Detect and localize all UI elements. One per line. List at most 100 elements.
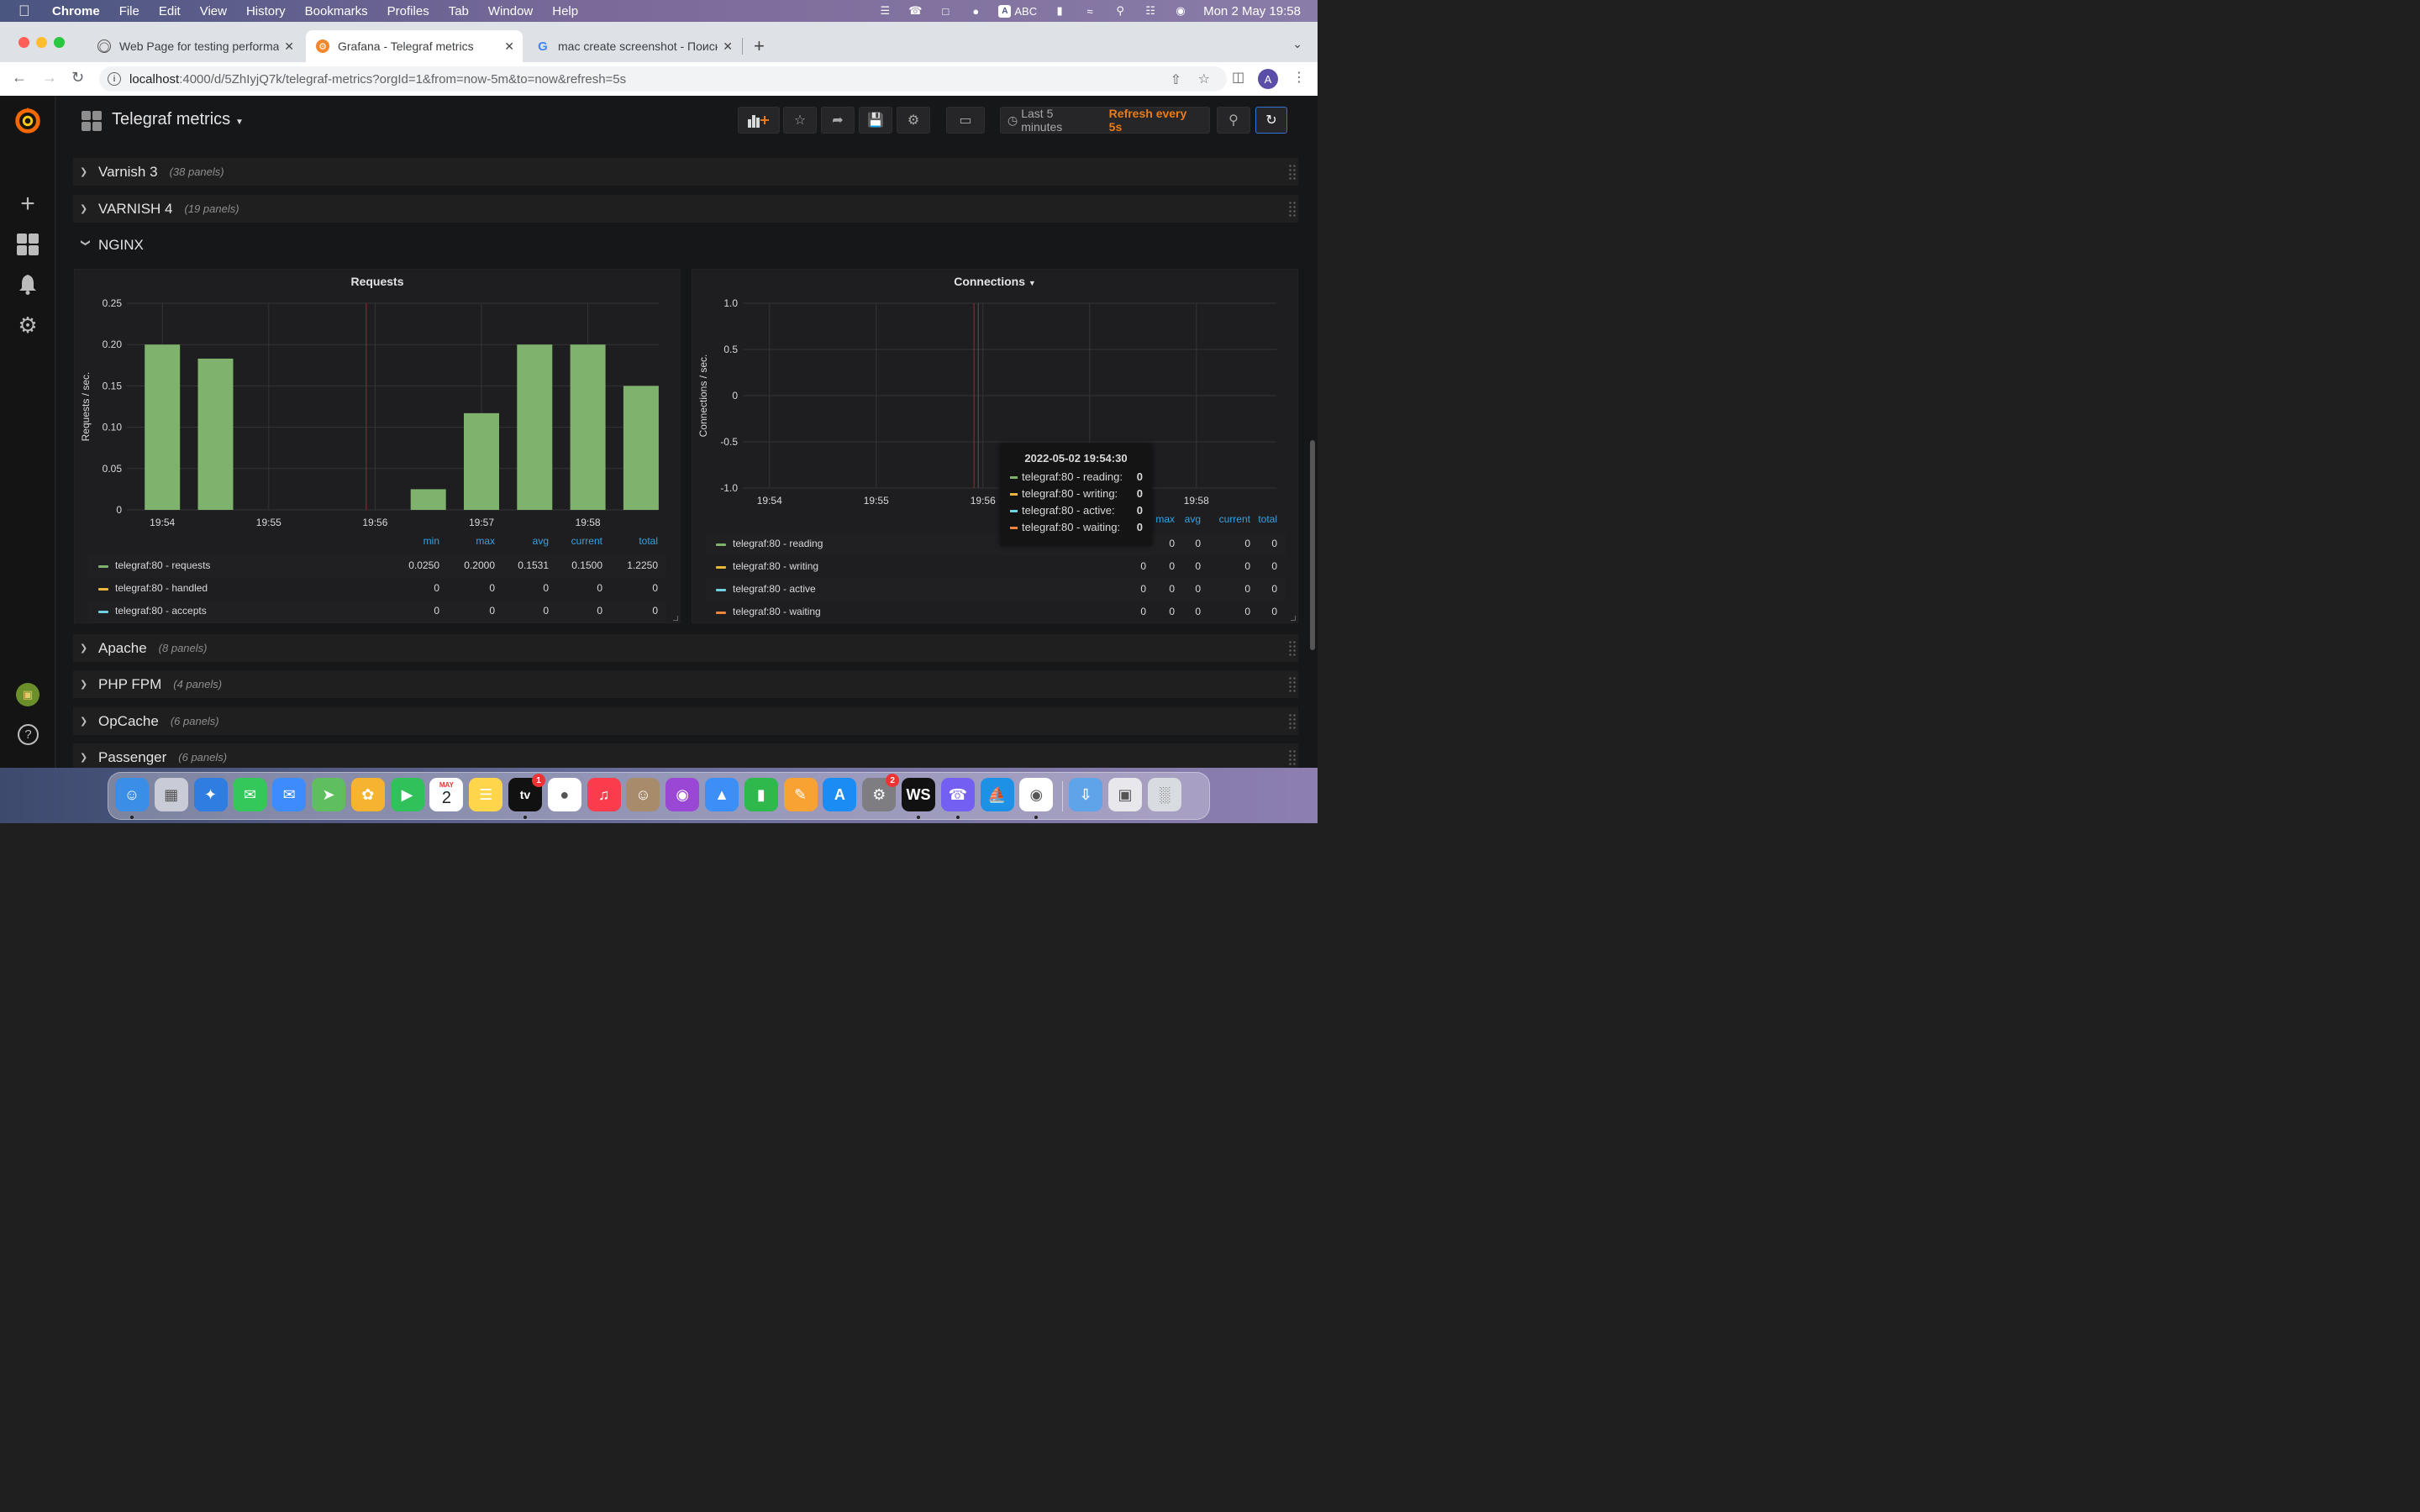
row-drag-handle-icon[interactable] [1288, 201, 1297, 218]
dock-safari-icon[interactable]: ✦ [193, 778, 228, 811]
row-nginx[interactable]: ❯ NGINX [73, 231, 1298, 259]
row-drag-handle-icon[interactable] [1288, 164, 1297, 181]
dock-app-store-icon[interactable]: A [823, 778, 857, 811]
series-color-swatch[interactable] [98, 565, 108, 568]
chrome-menu-icon[interactable]: ⋮ [1292, 69, 1306, 86]
panel-resize-handle[interactable] [1291, 616, 1296, 621]
legend-series-name[interactable]: telegraf:80 - waiting [733, 606, 821, 617]
legend-header-total[interactable]: total [1258, 513, 1277, 530]
legend-row[interactable]: telegraf:80 - active 0 0 0 0 0 [706, 579, 1286, 601]
tab-search-chevron-icon[interactable]: ⌄ [1292, 37, 1302, 51]
dock-calendar-icon[interactable]: MAY 2 [429, 778, 464, 811]
dashboards-icon[interactable] [15, 232, 40, 257]
dock-screenshot-icon[interactable]: ▣ [1108, 778, 1142, 811]
time-picker-button[interactable]: ◷ Last 5 minutes Refresh every 5s [1000, 107, 1210, 134]
row-opcache[interactable]: ❯ OpCache (6 panels) [73, 707, 1298, 735]
row-drag-handle-icon[interactable] [1288, 676, 1297, 693]
dock-numbers-icon[interactable]: ▮ [744, 778, 778, 811]
dock-docker-icon[interactable]: ⛵ [980, 778, 1014, 811]
save-dashboard-button[interactable]: 💾 [859, 107, 892, 134]
back-arrow-icon[interactable]: ← [12, 69, 27, 87]
legend-header-current[interactable]: current [571, 535, 602, 552]
box-status-icon[interactable]: □ [938, 4, 953, 18]
menu-view[interactable]: View [200, 4, 227, 18]
row-passenger[interactable]: ❯ Passenger (6 panels) [73, 743, 1298, 768]
dock-photos-icon[interactable]: ✿ [350, 778, 385, 811]
series-color-swatch[interactable] [716, 589, 726, 591]
share-icon[interactable]: ⇧ [1171, 71, 1181, 88]
row-drag-handle-icon[interactable] [1288, 713, 1297, 730]
star-dashboard-button[interactable]: ☆ [783, 107, 817, 134]
tab-close-icon[interactable]: ✕ [723, 39, 733, 54]
dock-tv-icon[interactable]: tv 1 [508, 774, 545, 811]
menu-tab[interactable]: Tab [449, 4, 469, 18]
dock-maps-icon[interactable]: ➤ [312, 778, 345, 811]
row-php-fpm[interactable]: ❯ PHP FPM (4 panels) [73, 670, 1298, 698]
sidebar-toggle-icon[interactable]: ◫ [1232, 69, 1244, 86]
dock-system-preferences-icon[interactable]: ⚙ 2 [862, 774, 900, 811]
grafana-logo-icon[interactable] [12, 104, 44, 136]
minimize-window-button[interactable] [36, 37, 47, 48]
tab-close-icon[interactable]: ✕ [284, 39, 294, 54]
menu-history[interactable]: History [246, 4, 286, 18]
site-info-icon[interactable]: i [108, 72, 121, 86]
legend-row[interactable]: telegraf:80 - reading 0 0 0 0 [706, 533, 1286, 555]
menu-help[interactable]: Help [552, 4, 578, 18]
legend-header-min[interactable]: min [424, 535, 439, 552]
legend-series-name[interactable]: telegraf:80 - handled [115, 582, 208, 594]
dock-trash-icon[interactable]: ░ [1147, 778, 1181, 811]
row-drag-handle-icon[interactable] [1288, 640, 1297, 657]
series-color-swatch[interactable] [98, 611, 108, 613]
row-varnish-3[interactable]: ❯ Varnish 3 (38 panels) [73, 158, 1298, 186]
close-window-button[interactable] [18, 37, 29, 48]
legend-series-name[interactable]: telegraf:80 - writing [733, 560, 818, 572]
dock-podcasts-icon[interactable]: ◉ [666, 778, 700, 811]
legend-header-avg[interactable]: avg [533, 535, 549, 552]
tab-web-page[interactable]: ◯ Web Page for testing performan ✕ [87, 30, 302, 62]
row-drag-handle-icon[interactable] [1288, 749, 1297, 766]
profile-avatar[interactable]: A [1258, 69, 1278, 89]
viber-status-icon[interactable]: ☎ [908, 4, 923, 18]
series-color-swatch[interactable] [98, 588, 108, 591]
user-avatar[interactable]: ▣ [16, 683, 39, 706]
address-bar[interactable]: i localhost:4000/d/5ZhIyjQ7k/telegraf-me… [99, 66, 1227, 92]
docker-status-icon[interactable]: ☰ [877, 4, 892, 18]
legend-row[interactable]: telegraf:80 - waiting 0 0 0 0 0 [706, 601, 1286, 623]
tab-close-icon[interactable]: ✕ [504, 39, 514, 54]
share-dashboard-button[interactable]: ➦ [821, 107, 855, 134]
connections-chart[interactable]: -1.0-0.500.51.019:5419:5519:5619:5719:58… [692, 270, 1299, 513]
legend-header-avg[interactable]: avg [1185, 513, 1201, 530]
add-panel-button[interactable] [738, 107, 780, 134]
dock-music-icon[interactable]: ♫ [587, 778, 621, 811]
series-color-swatch[interactable] [716, 612, 726, 614]
legend-series-name[interactable]: telegraf:80 - active [733, 583, 816, 595]
caret-down-icon[interactable]: ▼ [235, 118, 244, 127]
wifi-icon[interactable]: ≈ [1082, 4, 1097, 18]
flame-status-icon[interactable]: ● [968, 4, 983, 18]
legend-header-max[interactable]: max [476, 535, 495, 552]
series-color-swatch[interactable] [716, 543, 726, 546]
dashboard-grid-icon[interactable] [82, 111, 102, 131]
dock-reminders-icon[interactable]: ● [547, 778, 581, 811]
dock-contacts-icon[interactable]: ☺ [626, 778, 660, 811]
requests-chart[interactable]: 0 0.05 0.10 0.15 0.20 0.25 19:54 19:55 19:56 19:5… [75, 270, 681, 530]
spotlight-icon[interactable]: ⚲ [1113, 4, 1128, 18]
zoom-window-button[interactable] [54, 37, 65, 48]
help-icon[interactable]: ? [18, 724, 39, 745]
alerting-bell-icon[interactable] [15, 272, 40, 297]
legend-row[interactable]: telegraf:80 - handled 0 0 0 0 0 [88, 578, 666, 600]
zoom-out-button[interactable]: ⚲ [1217, 107, 1250, 134]
tab-grafana[interactable]: ⚙ Grafana - Telegraf metrics ✕ [306, 30, 523, 62]
legend-series-name[interactable]: telegraf:80 - reading [733, 538, 823, 549]
new-tab-button[interactable]: + [754, 35, 765, 57]
legend-series-name[interactable]: telegraf:80 - requests [115, 559, 210, 571]
dock-notes-icon[interactable]: ☰ [469, 778, 503, 811]
dock-downloads-icon[interactable]: ⇩ [1069, 778, 1103, 811]
input-source[interactable]: A ABC [998, 4, 1037, 18]
menubar-clock[interactable]: Mon 2 May 19:58 [1203, 4, 1301, 18]
configuration-gear-icon[interactable]: ⚙ [15, 312, 40, 338]
url-text[interactable]: localhost:4000/d/5ZhIyjQ7k/telegraf-metr… [129, 72, 626, 87]
dock-keynote-icon[interactable]: ▲ [705, 778, 739, 811]
menu-profiles[interactable]: Profiles [387, 4, 429, 18]
dock-webstorm-icon[interactable]: WS [902, 778, 935, 811]
